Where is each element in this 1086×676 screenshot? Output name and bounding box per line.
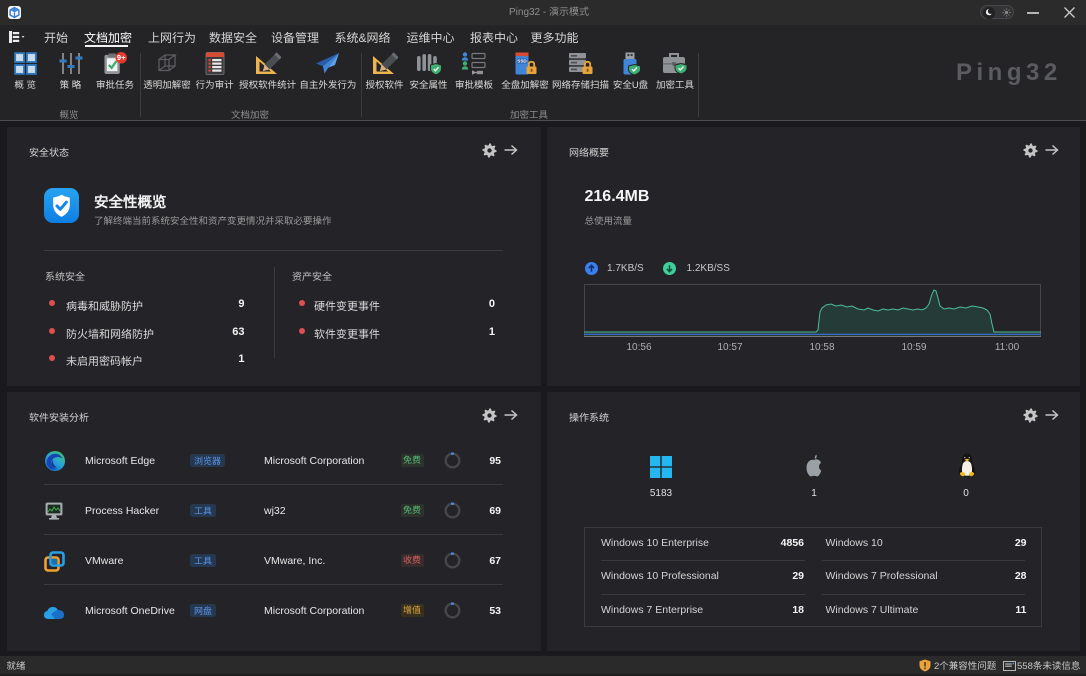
svg-text:SSD: SSD <box>517 59 527 64</box>
